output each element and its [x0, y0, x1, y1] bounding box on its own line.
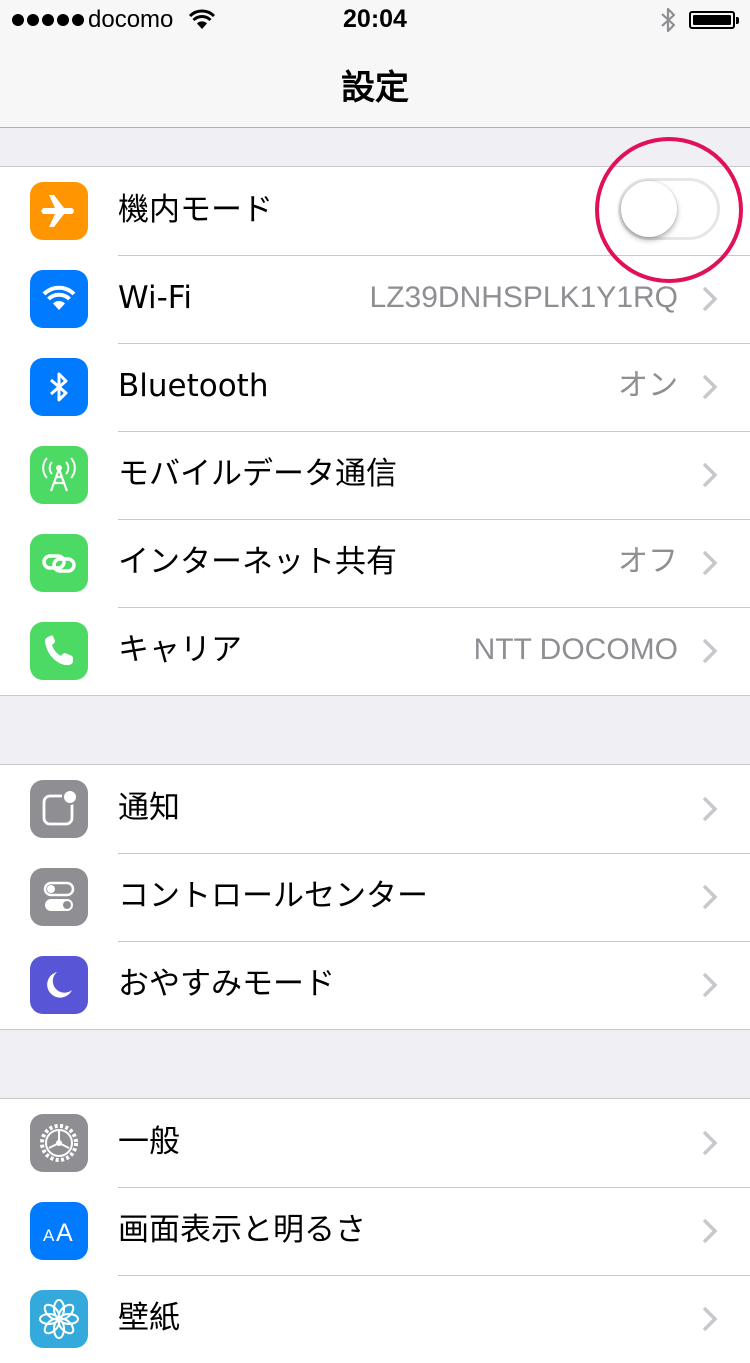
settings-row-airplane-mode: 機内モード: [0, 167, 750, 255]
airplane-mode-toggle[interactable]: [618, 178, 720, 240]
settings-row-general[interactable]: 一般: [0, 1099, 750, 1187]
chevron-right-icon: [702, 638, 718, 664]
battery-icon: [689, 11, 739, 29]
chevron-right-icon: [702, 462, 718, 488]
settings-row-label: おやすみモード: [118, 966, 335, 1002]
cellular-antenna-icon: [30, 446, 88, 504]
settings-row-label: 機内モード: [118, 192, 273, 228]
settings-row-value: オフ: [618, 545, 678, 578]
settings-row-label: 一般: [118, 1124, 180, 1160]
personal-hotspot-icon: [30, 534, 88, 592]
gear-icon: [30, 1114, 88, 1172]
settings-row-label: Wi-Fi: [118, 280, 192, 316]
settings-row-label: インターネット共有: [118, 544, 397, 580]
airplane-icon: [30, 182, 88, 240]
chevron-right-icon: [702, 972, 718, 998]
svg-text:A: A: [43, 1226, 55, 1245]
settings-group-notifications: 通知 コントロールセンター おやすみモード: [0, 764, 750, 1030]
settings-row-bluetooth[interactable]: Bluetooth オン: [0, 343, 750, 431]
settings-group-general: 一般 AA 画面表示と明るさ 壁紙: [0, 1098, 750, 1363]
control-center-icon: [30, 868, 88, 926]
settings-row-label: モバイルデータ通信: [118, 456, 397, 492]
settings-row-wallpaper[interactable]: 壁紙: [0, 1275, 750, 1363]
status-time: 20:04: [343, 5, 407, 33]
toggle-knob: [621, 181, 677, 237]
settings-row-do-not-disturb[interactable]: おやすみモード: [0, 941, 750, 1029]
wifi-icon: [30, 270, 88, 328]
chevron-right-icon: [702, 1130, 718, 1156]
notifications-icon: [30, 780, 88, 838]
settings-row-wifi[interactable]: Wi-Fi LZ39DNHSPLK1Y1RQ: [0, 255, 750, 343]
settings-row-label: 通知: [118, 790, 180, 826]
settings-row-carrier[interactable]: キャリア NTT DOCOMO: [0, 607, 750, 695]
settings-row-value: オン: [618, 369, 678, 402]
chevron-right-icon: [702, 550, 718, 576]
settings-row-value: LZ39DNHSPLK1Y1RQ: [369, 281, 678, 314]
bluetooth-icon: [30, 358, 88, 416]
text-size-icon: AA: [30, 1202, 88, 1260]
settings-row-mobile-data[interactable]: モバイルデータ通信: [0, 431, 750, 519]
settings-row-label: キャリア: [118, 632, 242, 668]
settings-row-label: 画面表示と明るさ: [118, 1212, 366, 1248]
settings-row-personal-hotspot[interactable]: インターネット共有 オフ: [0, 519, 750, 607]
flower-icon: [30, 1290, 88, 1348]
chevron-right-icon: [702, 1306, 718, 1332]
chevron-right-icon: [702, 1218, 718, 1244]
bluetooth-status-icon: [658, 6, 678, 38]
chevron-right-icon: [702, 374, 718, 400]
navigation-bar: 設定: [0, 40, 750, 128]
settings-row-notifications[interactable]: 通知: [0, 765, 750, 853]
page-title: 設定: [341, 68, 409, 108]
chevron-right-icon: [702, 796, 718, 822]
settings-row-display-brightness[interactable]: AA 画面表示と明るさ: [0, 1187, 750, 1275]
settings-row-label: コントロールセンター: [118, 878, 428, 914]
moon-icon: [30, 956, 88, 1014]
settings-row-value: NTT DOCOMO: [473, 633, 678, 666]
settings-row-control-center[interactable]: コントロールセンター: [0, 853, 750, 941]
phone-icon: [30, 622, 88, 680]
settings-row-label: Bluetooth: [118, 368, 269, 404]
svg-text:A: A: [56, 1219, 73, 1247]
chevron-right-icon: [702, 286, 718, 312]
settings-group-connectivity: 機内モード Wi-Fi LZ39DNHSPLK1Y1RQ Bluetooth オ…: [0, 166, 750, 696]
chevron-right-icon: [702, 884, 718, 910]
status-bar: docomo 20:04: [0, 0, 750, 40]
settings-row-label: 壁紙: [118, 1300, 180, 1336]
